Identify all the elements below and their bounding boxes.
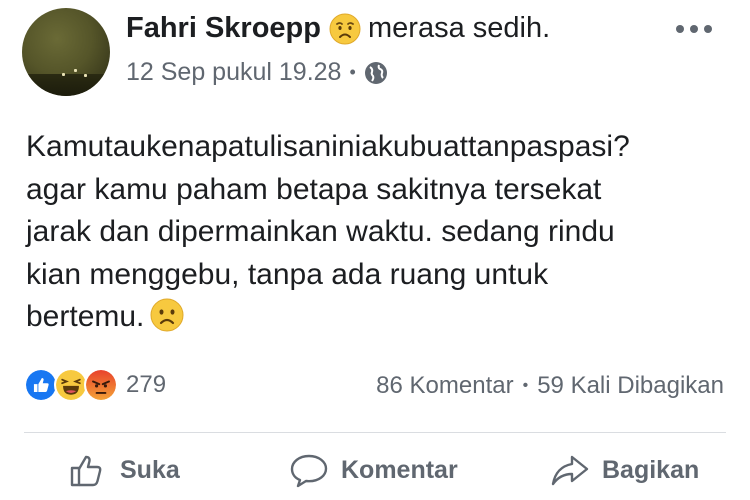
post-line: kian menggebu, tanpa ada ruang untuk bbox=[26, 257, 549, 291]
reaction-summary[interactable]: 279 bbox=[24, 368, 166, 402]
avatar-light bbox=[84, 74, 87, 77]
globe-icon[interactable] bbox=[364, 61, 388, 85]
post-line: agar kamu paham betapa sakitnya tersekat bbox=[26, 172, 602, 206]
like-button-label: Suka bbox=[120, 455, 180, 484]
post-stats: 86 Komentar • 59 Kali Dibagikan bbox=[376, 372, 724, 400]
post-line-last: bertemu. bbox=[26, 296, 726, 339]
angry-icon bbox=[84, 368, 118, 402]
author-name[interactable]: Fahri Skroepp bbox=[126, 12, 321, 45]
post-line: Kamutaukenapatulisaniniakubuattanpaspasi… bbox=[26, 130, 630, 163]
post-line: bertemu. bbox=[26, 300, 145, 333]
like-button[interactable]: Suka bbox=[68, 450, 180, 490]
post-header: Fahri Skroepp merasa sedih. bbox=[126, 12, 550, 45]
avatar-light bbox=[62, 73, 65, 76]
thumbs-up-icon bbox=[70, 455, 102, 487]
sad-face-icon bbox=[329, 13, 361, 45]
feeling-text: merasa sedih. bbox=[368, 12, 551, 44]
share-arrow-icon bbox=[551, 455, 589, 486]
comment-button[interactable]: Komentar bbox=[289, 450, 458, 490]
comment-button-label: Komentar bbox=[341, 455, 458, 484]
comment-bubble-icon bbox=[290, 454, 328, 488]
comment-count-link[interactable]: 86 Komentar bbox=[376, 372, 513, 400]
share-button[interactable]: Bagikan bbox=[550, 450, 699, 490]
haha-icon bbox=[54, 368, 88, 402]
more-options-icon[interactable] bbox=[676, 24, 712, 34]
share-count-link[interactable]: 59 Kali Dibagikan bbox=[537, 372, 724, 400]
post-line: jarak dan dipermainkan waktu. sedang rin… bbox=[26, 215, 615, 248]
divider bbox=[24, 432, 726, 433]
avatar-skyline bbox=[22, 74, 110, 96]
post-timestamp[interactable]: 12 Sep pukul 19.28 bbox=[126, 58, 341, 87]
stats-separator: • bbox=[522, 377, 529, 394]
frown-face-icon bbox=[150, 298, 184, 332]
like-icon bbox=[24, 368, 58, 402]
share-button-label: Bagikan bbox=[602, 455, 700, 484]
avatar-light bbox=[74, 69, 77, 72]
avatar[interactable] bbox=[22, 8, 110, 96]
post-meta: 12 Sep pukul 19.28 • bbox=[126, 58, 388, 87]
meta-separator: • bbox=[349, 62, 356, 82]
action-bar: Suka Komentar Bagikan bbox=[0, 450, 750, 500]
reaction-count: 279 bbox=[126, 371, 167, 398]
post-body: Kamutaukenapatulisaniniakubuattanpaspasi… bbox=[26, 126, 726, 339]
